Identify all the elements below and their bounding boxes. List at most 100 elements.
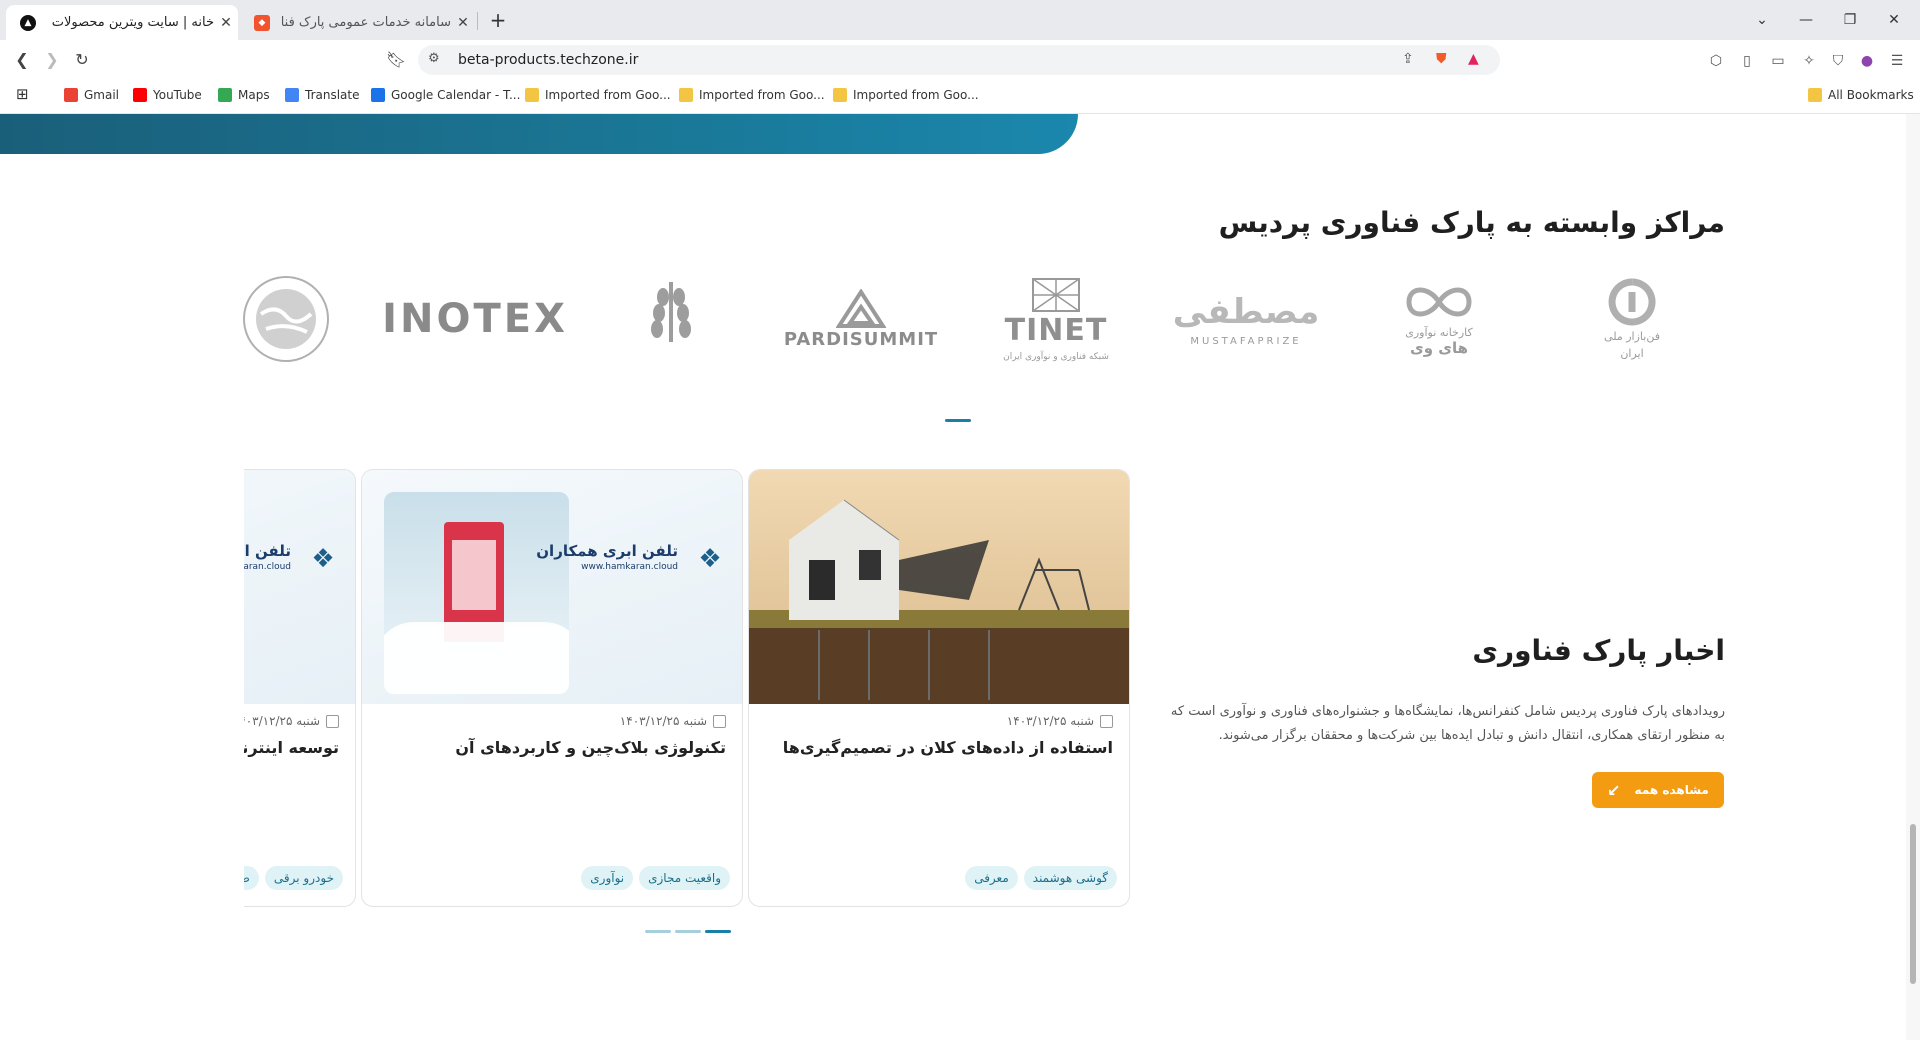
- page-scrollbar[interactable]: [1906, 114, 1920, 1040]
- tag[interactable]: نوآوری: [581, 866, 634, 890]
- view-all-label: مشاهده همه: [1634, 783, 1709, 797]
- tag[interactable]: معرفی: [965, 866, 1018, 890]
- bookmark-folder[interactable]: Imported from Goo...: [833, 88, 979, 102]
- inotex-logo[interactable]: INOTEX: [382, 264, 565, 374]
- tab-divider: [477, 12, 478, 30]
- bookmark-translate[interactable]: Translate: [285, 88, 360, 102]
- news-tags: واقعیت مجازی نوآوری: [581, 866, 730, 890]
- new-tab-button[interactable]: +: [485, 7, 511, 33]
- close-icon[interactable]: ✕: [451, 15, 475, 31]
- calendar-icon: [371, 88, 385, 102]
- apps-grid-icon[interactable]: ⊞: [16, 85, 29, 103]
- fanbazar-mark-icon: [1608, 278, 1656, 326]
- profile-icon[interactable]: ●: [1858, 52, 1876, 70]
- logo-text: فن‌بازار ملی: [1604, 330, 1660, 343]
- folder-icon: [679, 88, 693, 102]
- tab-home[interactable]: ▲ خانه | سایت ویترین محصولات ✕: [6, 5, 238, 40]
- restore-button[interactable]: ❐: [1828, 0, 1872, 40]
- site-favicon-icon: ▲: [20, 14, 36, 31]
- folder-icon: [525, 88, 539, 102]
- tag[interactable]: واقعیت مجازی: [639, 866, 730, 890]
- view-all-button[interactable]: مشاهده همه ↙: [1592, 772, 1724, 808]
- forward-icon[interactable]: ❯: [38, 46, 66, 74]
- news-description: رویدادهای پارک فناوری پردیس شامل کنفرانس…: [1170, 704, 1725, 743]
- date-text: شنبه ۱۴۰۳/۱۲/۲۵: [1006, 714, 1094, 728]
- news-card[interactable]: شنبه ۱۴۰۳/۱۲/۲۵ استفاده از داده‌های کلان…: [748, 469, 1130, 907]
- brave-rewards-icon[interactable]: ▲: [1468, 51, 1479, 67]
- page-viewport: مراکز وابسته به پارک فناوری پردیس فن‌باز…: [0, 114, 1906, 1040]
- carousel-dot[interactable]: [675, 930, 701, 933]
- bookmark-page-icon[interactable]: 🔖︎: [382, 46, 410, 74]
- close-icon[interactable]: ✕: [214, 15, 238, 31]
- globe-icon: [243, 276, 329, 362]
- all-bookmarks-folder[interactable]: All Bookmarks: [1808, 88, 1914, 102]
- wheat-logo[interactable]: [626, 264, 716, 374]
- tinet-logo[interactable]: TINET شبکه فناوری و نوآوری ایران: [996, 264, 1116, 374]
- news-section-title: اخبار پارک فناوری: [1472, 634, 1725, 667]
- share-icon[interactable]: ⇪: [1402, 51, 1414, 67]
- ad-title: تلفن ابری همکاران: [536, 542, 678, 560]
- maps-icon: [218, 88, 232, 102]
- carousel-dot-active[interactable]: [705, 930, 731, 933]
- hamkaran-logo-icon: ❖: [698, 544, 722, 574]
- bookmark-folder[interactable]: Imported from Goo...: [679, 88, 825, 102]
- menu-icon[interactable]: ☰: [1888, 52, 1906, 70]
- bookmark-gmail[interactable]: Gmail: [64, 88, 119, 102]
- ad-title: تلفن ابری همکاران: [244, 542, 291, 560]
- bookmark-folder[interactable]: Imported from Goo...: [525, 88, 671, 102]
- bookmark-label: Imported from Goo...: [699, 88, 825, 102]
- mustafaprize-logo[interactable]: مصطفی MUSTAFAPRIZE: [1173, 264, 1319, 374]
- karkhaneh-logo[interactable]: کارخانه نوآوری های وی: [1394, 264, 1484, 374]
- minimize-button[interactable]: —: [1784, 0, 1828, 40]
- hero-banner-bottom: [0, 114, 1078, 154]
- scrollbar-thumb[interactable]: [1910, 824, 1916, 984]
- date-text: شنبه ۱۴۰۳/۱۲/۲۵: [619, 714, 707, 728]
- folder-icon: [833, 88, 847, 102]
- bookmark-label: Imported from Goo...: [853, 88, 979, 102]
- address-bar[interactable]: ⚙ beta-products.techzone.ir ⇪ ⛊ ▲: [418, 45, 1500, 75]
- fanbazar-logo[interactable]: فن‌بازار ملی ایران: [1594, 264, 1670, 374]
- tag[interactable]: گوشی هوشمند: [1023, 866, 1117, 890]
- url-text: beta-products.techzone.ir: [458, 52, 639, 68]
- leo-ai-icon[interactable]: ✧: [1800, 52, 1818, 70]
- bookmark-youtube[interactable]: YouTube: [133, 88, 202, 102]
- site-info-icon[interactable]: ⚙: [428, 51, 440, 66]
- browser-toolbar: ❮ ❯ ↻ 🔖︎ ⚙ beta-products.techzone.ir ⇪ ⛊…: [0, 40, 1920, 80]
- logos-carousel-indicator[interactable]: [945, 419, 971, 422]
- reload-icon[interactable]: ↻: [68, 46, 96, 74]
- ad-url: www.hamkaran.cloud: [581, 562, 678, 572]
- news-date: شنبه ۱۴۰۳/۱۲/۲۵: [244, 714, 339, 728]
- translate-icon: [285, 88, 299, 102]
- news-card-title[interactable]: توسعه اینترنت: [244, 738, 339, 757]
- pardisummit-logo[interactable]: PARDISUMMIT: [783, 264, 939, 374]
- logo-text: کارخانه نوآوری: [1405, 325, 1473, 339]
- news-card-title[interactable]: استفاده از داده‌های کلان در تصمیم‌گیری‌ه…: [783, 738, 1113, 757]
- tab-strip: ▲ خانه | سایت ویترین محصولات ✕ ◆ سامانه …: [0, 0, 1920, 40]
- news-carousel: شنبه ۱۴۰۳/۱۲/۲۵ استفاده از داده‌های کلان…: [244, 469, 1134, 909]
- news-card-title[interactable]: تکنولوژی بلاک‌چین و کاربردهای آن: [455, 738, 726, 757]
- logo-text: INOTEX: [382, 296, 568, 342]
- wallet-icon[interactable]: ▭: [1769, 52, 1787, 70]
- tten-logo[interactable]: [236, 264, 336, 374]
- back-icon[interactable]: ❮: [8, 46, 36, 74]
- logo-text: PARDISUMMIT: [783, 328, 939, 350]
- tag[interactable]: خودرو برقی: [264, 866, 343, 890]
- tag[interactable]: ص: [244, 866, 259, 890]
- news-carousel-pagination: [645, 930, 731, 933]
- carousel-dot[interactable]: [645, 930, 671, 933]
- bookmark-maps[interactable]: Maps: [218, 88, 270, 102]
- youtube-icon: [133, 88, 147, 102]
- bookmark-label: Maps: [238, 88, 270, 102]
- ad-url: www.hamkaran.cloud: [244, 562, 291, 572]
- close-window-button[interactable]: ✕: [1872, 0, 1916, 40]
- news-card[interactable]: ❖ تلفن ابری همکاران www.hamkaran.cloud ش…: [361, 469, 743, 907]
- tab-search-icon[interactable]: ⌄: [1740, 0, 1784, 40]
- news-card[interactable]: ❖ تلفن ابری همکاران www.hamkaran.cloud ش…: [244, 469, 356, 907]
- gmail-icon: [64, 88, 78, 102]
- sidebar-icon[interactable]: ▯: [1738, 52, 1756, 70]
- tab-services[interactable]: ◆ سامانه خدمات عمومی پارک فناوری پردیس ✕: [240, 5, 475, 40]
- brave-shields-icon[interactable]: ⛊: [1436, 51, 1447, 67]
- bookmark-calendar[interactable]: Google Calendar - T...: [371, 88, 520, 102]
- extensions-icon[interactable]: ⬡: [1707, 52, 1725, 70]
- vpn-icon[interactable]: ⛉: [1829, 52, 1847, 70]
